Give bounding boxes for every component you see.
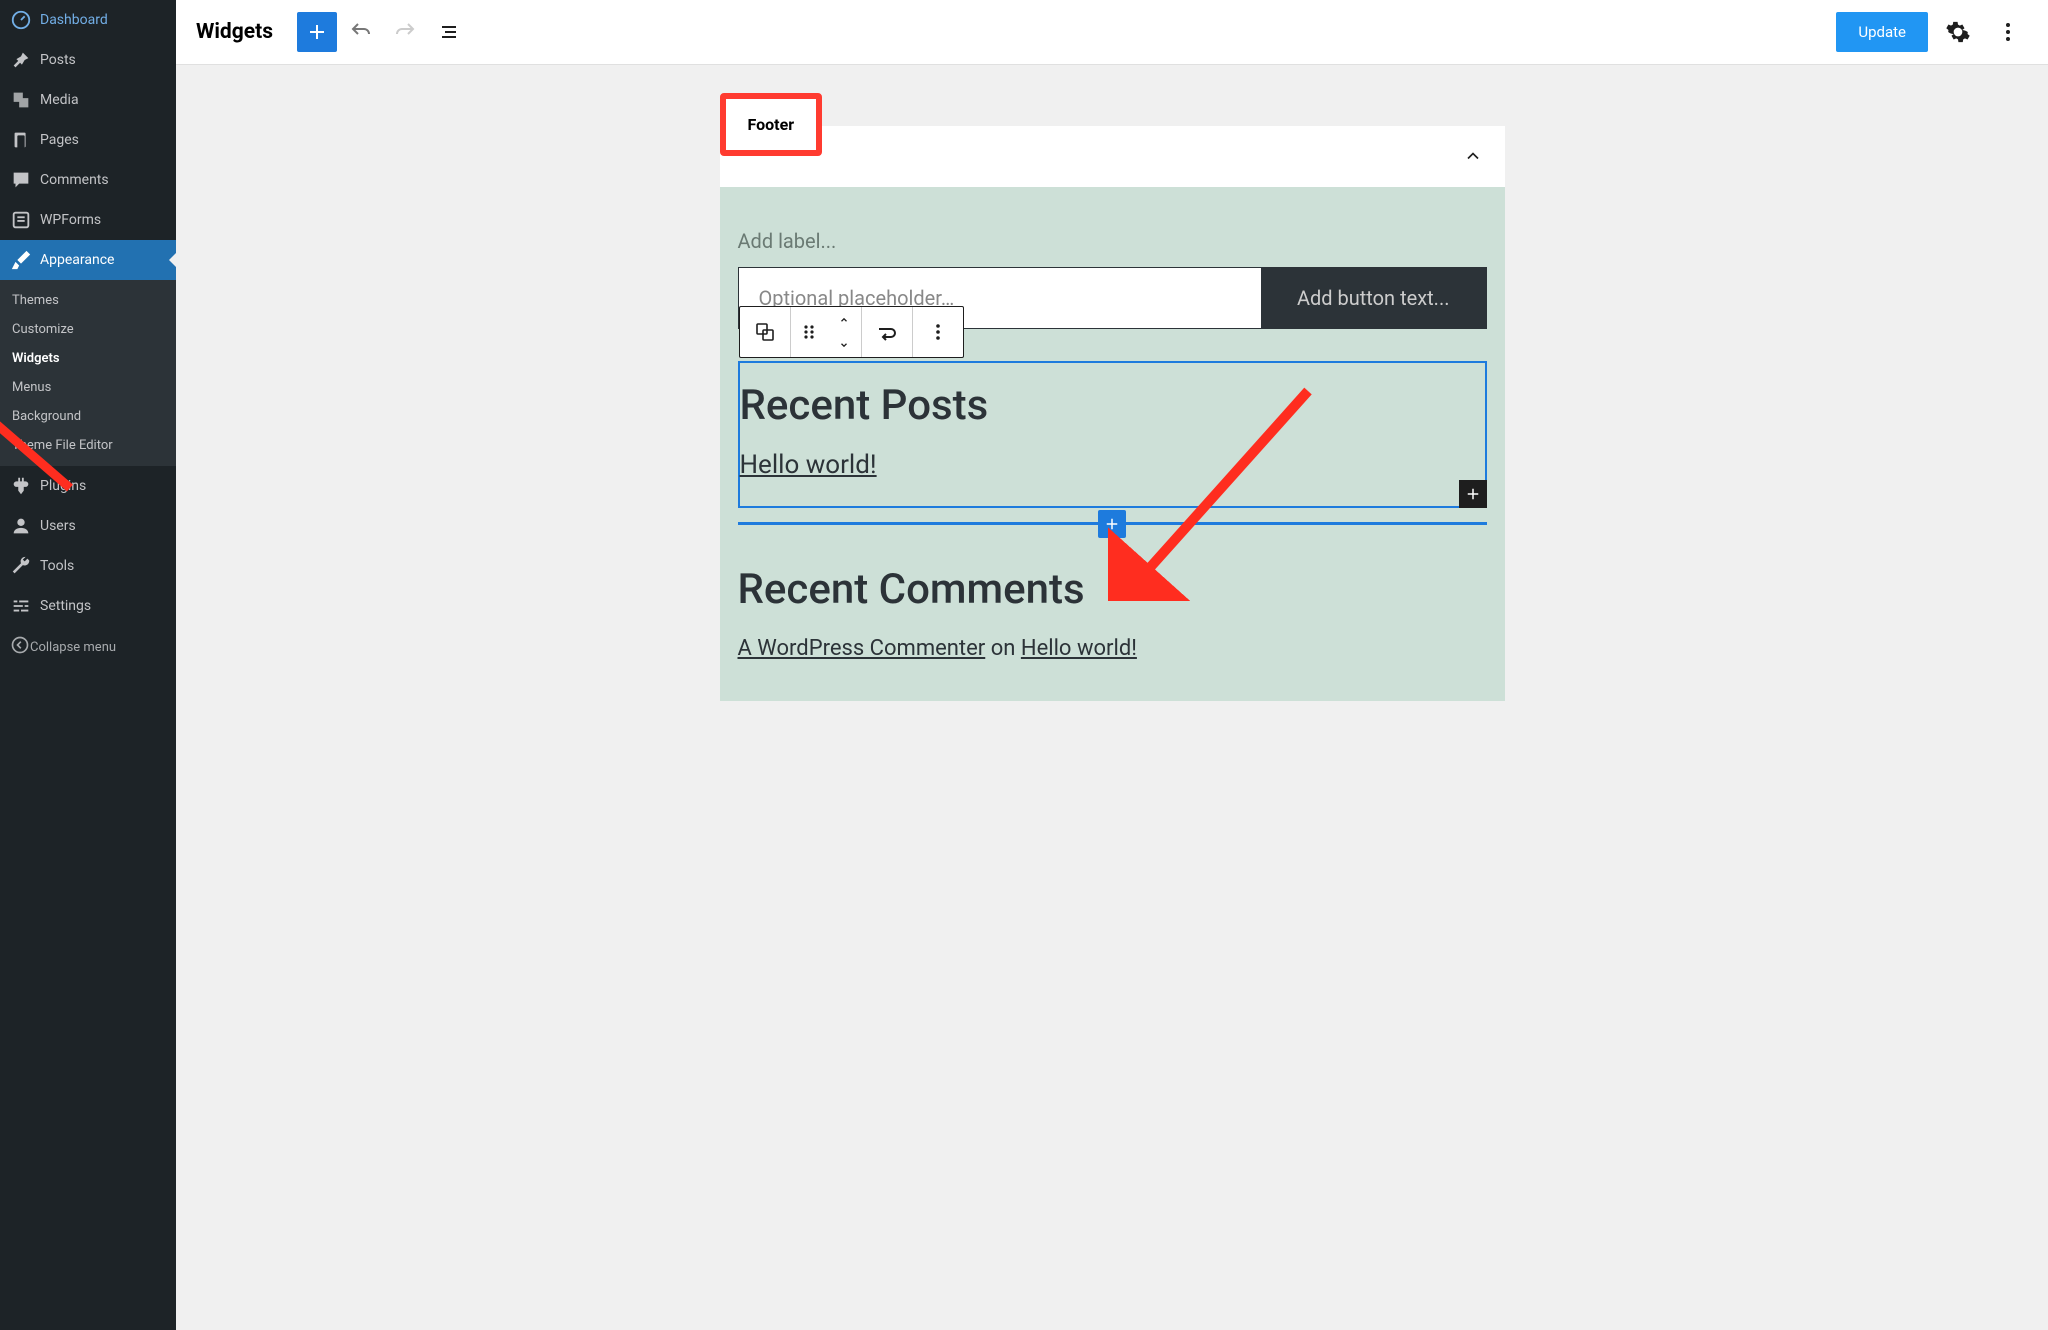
settings-button[interactable]	[1938, 12, 1978, 52]
search-block-label[interactable]: Add label...	[738, 229, 1487, 253]
menu-media[interactable]: Media	[0, 80, 176, 120]
sliders-icon	[10, 595, 32, 617]
recent-post-link[interactable]: Hello world!	[740, 450, 877, 480]
media-icon	[10, 89, 32, 111]
admin-sidebar: Dashboard Posts Media Pages Comments WPF…	[0, 0, 176, 1330]
submenu-theme-file-editor[interactable]: Theme File Editor	[0, 431, 176, 460]
submenu-themes[interactable]: Themes	[0, 286, 176, 315]
menu-label: Plugins	[40, 478, 86, 494]
widget-area-header-bar[interactable]	[720, 126, 1505, 187]
recent-comment-item: A WordPress Commenter on Hello world!	[738, 636, 1487, 661]
menu-settings[interactable]: Settings	[0, 586, 176, 626]
redo-button[interactable]	[385, 12, 425, 52]
submenu-background[interactable]: Background	[0, 402, 176, 431]
menu-pages[interactable]: Pages	[0, 120, 176, 160]
menu-dashboard[interactable]: Dashboard	[0, 0, 176, 40]
collapse-label: Collapse menu	[30, 640, 116, 655]
recent-posts-block[interactable]: Recent Posts Hello world!	[738, 361, 1487, 508]
page-title: Widgets	[196, 20, 273, 44]
brush-icon	[10, 249, 32, 271]
menu-users[interactable]: Users	[0, 506, 176, 546]
menu-posts[interactable]: Posts	[0, 40, 176, 80]
widget-area-title[interactable]: Footer	[720, 93, 823, 156]
menu-label: Comments	[40, 172, 109, 188]
list-view-button[interactable]	[429, 12, 469, 52]
recent-comments-block[interactable]: Recent Comments A WordPress Commenter on…	[738, 565, 1487, 661]
move-up-button[interactable]	[827, 307, 861, 332]
widget-area-body: Add label... Add button text...	[720, 187, 1505, 701]
recent-comments-heading: Recent Comments	[738, 565, 1487, 614]
transform-button[interactable]	[862, 307, 912, 357]
appearance-submenu: Themes Customize Widgets Menus Backgroun…	[0, 280, 176, 466]
more-options-button[interactable]	[1988, 12, 2028, 52]
drag-handle[interactable]	[791, 307, 827, 357]
collapse-icon	[10, 635, 30, 659]
menu-label: Pages	[40, 132, 79, 148]
menu-label: Appearance	[40, 252, 114, 268]
search-button-label[interactable]: Add button text...	[1261, 268, 1486, 328]
menu-tools[interactable]: Tools	[0, 546, 176, 586]
form-icon	[10, 209, 32, 231]
menu-label: WPForms	[40, 212, 101, 228]
block-toolbar	[739, 306, 964, 358]
comment-author-link[interactable]: A WordPress Commenter	[738, 636, 986, 661]
editor-main: Widgets Update Foot	[176, 0, 2048, 1330]
menu-appearance[interactable]: Appearance	[0, 240, 176, 280]
submenu-customize[interactable]: Customize	[0, 315, 176, 344]
wrench-icon	[10, 555, 32, 577]
add-block-inside-button[interactable]	[1459, 480, 1487, 508]
menu-label: Posts	[40, 52, 76, 68]
plugin-icon	[10, 475, 32, 497]
add-block-button[interactable]	[297, 12, 337, 52]
menu-plugins[interactable]: Plugins	[0, 466, 176, 506]
move-down-button[interactable]	[827, 332, 861, 357]
dashboard-icon	[10, 9, 32, 31]
comment-icon	[10, 169, 32, 191]
recent-posts-heading: Recent Posts	[740, 381, 1485, 430]
menu-label: Settings	[40, 598, 91, 614]
menu-comments[interactable]: Comments	[0, 160, 176, 200]
submenu-widgets[interactable]: Widgets	[0, 344, 176, 373]
chevron-up-icon[interactable]	[1463, 146, 1483, 171]
collapse-menu[interactable]: Collapse menu	[0, 626, 176, 668]
block-more-button[interactable]	[913, 307, 963, 357]
undo-button[interactable]	[341, 12, 381, 52]
menu-label: Users	[40, 518, 76, 534]
comment-on-text: on	[985, 636, 1021, 661]
user-icon	[10, 515, 32, 537]
block-type-button[interactable]	[740, 307, 790, 357]
menu-wpforms[interactable]: WPForms	[0, 200, 176, 240]
page-icon	[10, 129, 32, 151]
menu-label: Tools	[40, 558, 74, 574]
submenu-menus[interactable]: Menus	[0, 373, 176, 402]
editor-content: Footer Add label... Add button text...	[176, 65, 2048, 1330]
pin-icon	[10, 49, 32, 71]
editor-toolbar: Widgets Update	[176, 0, 2048, 65]
widget-area: Footer Add label... Add button text...	[720, 93, 1505, 701]
search-block: Add button text...	[738, 267, 1487, 329]
comment-post-link[interactable]: Hello world!	[1021, 636, 1137, 661]
block-inserter-line[interactable]	[738, 522, 1487, 525]
update-button[interactable]: Update	[1836, 12, 1928, 52]
menu-label: Dashboard	[40, 12, 108, 28]
menu-label: Media	[40, 92, 79, 108]
inline-add-block-button[interactable]	[1098, 510, 1126, 538]
